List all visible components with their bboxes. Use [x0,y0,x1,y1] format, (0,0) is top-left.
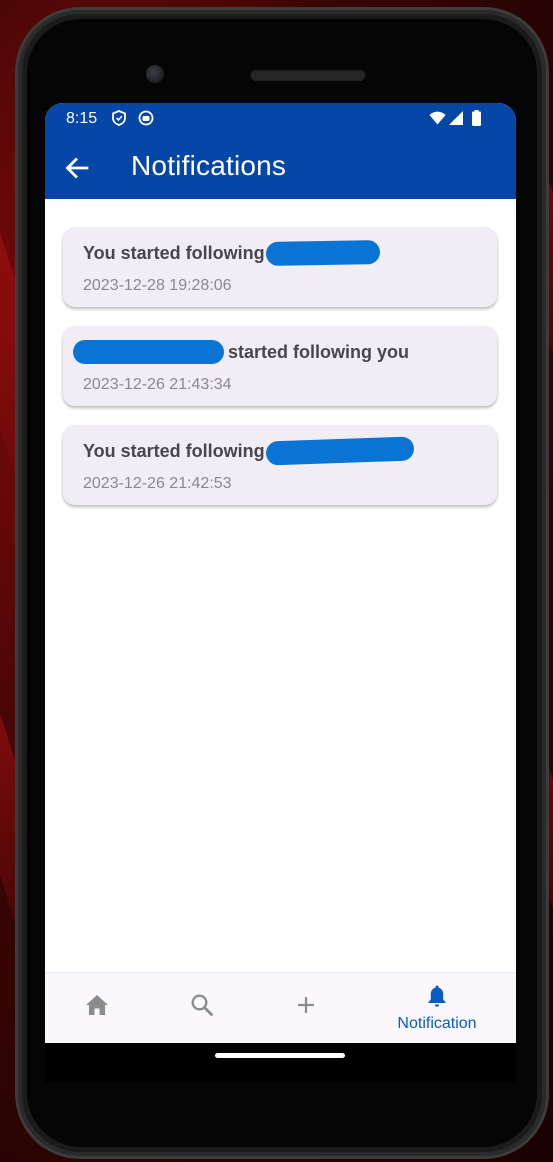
page-title: Notifications [131,150,287,181]
notification-card[interactable]: You started following 2023-12-28 19:28:0… [63,227,497,307]
shield-icon [112,110,126,131]
redacted-username [73,340,224,364]
app-screen: 8:15 Notifications You started following… [45,103,516,1043]
notification-card[interactable]: You started following 2023-12-26 21:42:5… [63,425,497,505]
app-bar: Notifications [45,133,516,199]
notification-message: You started following [83,240,380,266]
notification-list: You started following 2023-12-28 19:28:0… [63,227,497,524]
notification-text: started following you [228,341,410,362]
notification-timestamp: 2023-12-26 21:42:53 [83,475,232,492]
nav-item-notification[interactable]: Notification [385,973,489,1043]
notification-timestamp: 2023-12-26 21:43:34 [83,376,232,393]
back-button[interactable] [62,153,92,183]
arrow-left-icon [65,157,89,179]
gesture-navigation-bar [45,1043,516,1083]
home-icon [86,995,108,1015]
bell-icon [428,985,446,1007]
status-time: 8:15 [66,110,98,127]
cellular-signal-icon [449,111,463,130]
notification-text: You started following [83,242,265,263]
battery-icon [472,110,481,131]
nav-label-notification: Notification [397,1015,477,1032]
redacted-username [265,436,415,466]
wifi-icon [429,111,446,130]
app-notification-icon [138,110,154,131]
search-icon [191,994,213,1016]
status-bar: 8:15 [45,103,516,133]
notification-card[interactable]: started following you 2023-12-26 21:43:3… [63,326,497,406]
nav-item-home[interactable] [61,973,133,1043]
notification-message: started following you [73,339,409,365]
earpiece-speaker [250,69,366,81]
redacted-username [265,240,380,266]
add-icon [298,997,314,1013]
bottom-navigation: Notification [45,972,516,1043]
home-gesture-handle[interactable] [215,1053,345,1058]
notification-message: You started following [83,436,415,466]
nav-item-search[interactable] [165,973,237,1043]
notification-timestamp: 2023-12-28 19:28:06 [83,277,232,294]
front-camera [146,65,164,83]
notification-text: You started following [83,440,265,461]
nav-item-add[interactable] [270,973,342,1043]
